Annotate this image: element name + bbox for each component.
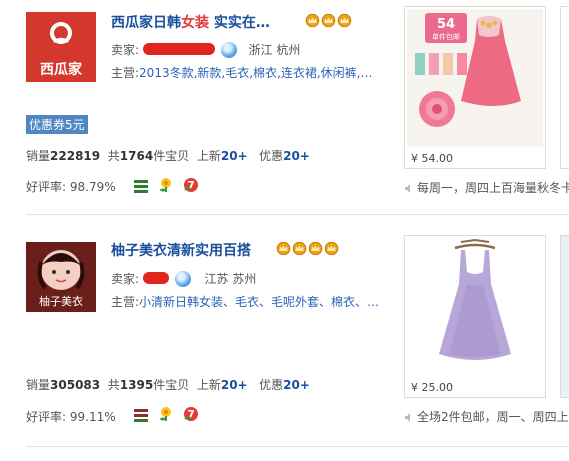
seven-day-return-icon[interactable]: 7: [183, 177, 199, 193]
total-suffix: 件宝贝: [153, 378, 190, 392]
svg-text:54: 54: [437, 17, 455, 32]
crown-rating: [276, 242, 339, 255]
discount-value[interactable]: 20+: [283, 149, 310, 163]
crown-icon: [321, 14, 336, 27]
bars-icon[interactable]: [133, 407, 149, 423]
new-label: 上新: [196, 378, 221, 392]
location-text: 浙江 杭州: [248, 43, 301, 57]
flower-icon[interactable]: [158, 177, 174, 193]
next-product-edge[interactable]: [560, 235, 569, 398]
notice-text: 每周一，周四上百海量秋冬卡: [417, 181, 569, 195]
stats-row: 销量222819 共1764件宝贝 上新20+ 优惠20+: [26, 147, 310, 164]
seller-row: 卖家: 江苏 苏州: [111, 270, 256, 287]
sales-value: 305083: [50, 378, 101, 392]
divider: [26, 214, 569, 215]
rating-label: 好评率:: [26, 180, 67, 194]
shop-notice[interactable]: 全场2件包邮，周一、周四上: [405, 408, 569, 425]
product-price: ¥ 25.00: [411, 381, 453, 394]
sales-label: 销量: [26, 378, 51, 392]
coupon-badge[interactable]: 优惠券5元: [26, 115, 88, 134]
wangwang-icon[interactable]: [220, 42, 237, 58]
shop-card: 柚子美衣 柚子美衣清新实用百搭 卖家: 江苏 苏州 主营:小清新日韩女装、毛衣、…: [0, 220, 569, 450]
location-text: 江苏 苏州: [204, 272, 257, 286]
shop-name-link[interactable]: 西瓜家日韩女装 实实在…: [111, 12, 270, 32]
crown-icon: [276, 242, 291, 255]
stats-row: 销量305083 共1395件宝贝 上新20+ 优惠20+: [26, 376, 310, 393]
next-product-edge[interactable]: [560, 6, 569, 169]
shop-name-prefix: 柚子美衣清新实用百搭: [111, 243, 251, 259]
seller-row: 卖家: 浙江 杭州: [111, 41, 300, 58]
main-products-link[interactable]: 小清新日韩女装、毛衣、毛呢外套、棉衣、…: [139, 295, 379, 309]
shop-name-highlight: 女装: [181, 15, 209, 31]
flower-icon[interactable]: [158, 406, 174, 422]
shop-name-suffix: 实实在…: [209, 15, 270, 31]
main-products-row: 主营:小清新日韩女装、毛衣、毛呢外套、棉衣、…: [111, 293, 379, 310]
discount-label: 优惠: [259, 149, 284, 163]
sales-value: 222819: [50, 149, 101, 163]
seven-day-return-icon[interactable]: 7: [183, 406, 199, 422]
new-label: 上新: [196, 149, 221, 163]
seller-name-redacted[interactable]: [142, 43, 215, 55]
seller-label: 卖家:: [111, 43, 140, 57]
product-thumbnail[interactable]: 54 单件包邮 ¥ 54.00: [404, 6, 546, 169]
logo-text: 西瓜家: [40, 61, 83, 78]
shop-name-prefix: 西瓜家日韩: [111, 15, 181, 31]
main-label: 主营:: [111, 66, 140, 80]
notice-text: 全场2件包邮，周一、周四上: [417, 410, 569, 424]
total-prefix: 共: [107, 149, 120, 163]
seller-label: 卖家:: [111, 272, 140, 286]
discount-label: 优惠: [259, 378, 284, 392]
divider: [26, 446, 569, 447]
crown-icon: [292, 242, 307, 255]
rating-value: 98.79%: [69, 180, 116, 194]
girl-logo-icon: 柚子美衣: [26, 242, 96, 312]
total-prefix: 共: [107, 378, 120, 392]
total-suffix: 件宝贝: [153, 149, 190, 163]
discount-value[interactable]: 20+: [283, 378, 310, 392]
shop-logo[interactable]: 西瓜家: [26, 12, 96, 82]
rating-value: 99.11%: [69, 410, 116, 424]
svg-text:单件包邮: 单件包邮: [432, 32, 460, 41]
shop-card: 西瓜家 西瓜家日韩女装 实实在… 卖家: 浙江 杭州 主营:2013冬款,新款,…: [0, 0, 569, 215]
crown-icon: [337, 14, 352, 27]
main-label: 主营:: [111, 295, 140, 309]
total-value[interactable]: 1395: [120, 378, 153, 392]
seller-name-redacted[interactable]: [142, 272, 169, 284]
total-value[interactable]: 1764: [120, 149, 153, 163]
shop-notice[interactable]: 每周一，周四上百海量秋冬卡: [405, 179, 569, 196]
crown-rating: [305, 14, 352, 27]
logo-text: 柚子美衣: [39, 294, 83, 308]
rating-label: 好评率:: [26, 410, 67, 424]
crown-icon: [308, 242, 323, 255]
sales-label: 销量: [26, 149, 51, 163]
wangwang-icon[interactable]: [174, 271, 191, 287]
crown-icon: [324, 242, 339, 255]
new-value[interactable]: 20+: [221, 378, 248, 392]
product-price: ¥ 54.00: [411, 152, 453, 165]
crown-icon: [305, 14, 320, 27]
svg-text:7: 7: [187, 408, 195, 421]
rating-row: 好评率: 98.79%: [26, 178, 116, 195]
rating-row: 好评率: 99.11%: [26, 408, 116, 425]
shop-logo[interactable]: 柚子美衣: [26, 242, 96, 312]
speaker-icon: [405, 413, 410, 422]
dress-image: [407, 238, 543, 376]
shop-name-link[interactable]: 柚子美衣清新实用百搭: [111, 240, 251, 260]
product-thumbnail[interactable]: ¥ 25.00: [404, 235, 546, 398]
bars-icon[interactable]: [133, 178, 149, 194]
main-products-link[interactable]: 2013冬款,新款,毛衣,棉衣,连衣裙,休闲裤,…: [139, 66, 372, 80]
speaker-icon: [405, 184, 410, 193]
svg-text:7: 7: [187, 179, 195, 192]
watermelon-logo-icon: 西瓜家: [26, 12, 96, 82]
new-value[interactable]: 20+: [221, 149, 248, 163]
dress-image: 54 单件包邮: [407, 9, 543, 147]
main-products-row: 主营:2013冬款,新款,毛衣,棉衣,连衣裙,休闲裤,…: [111, 64, 372, 81]
